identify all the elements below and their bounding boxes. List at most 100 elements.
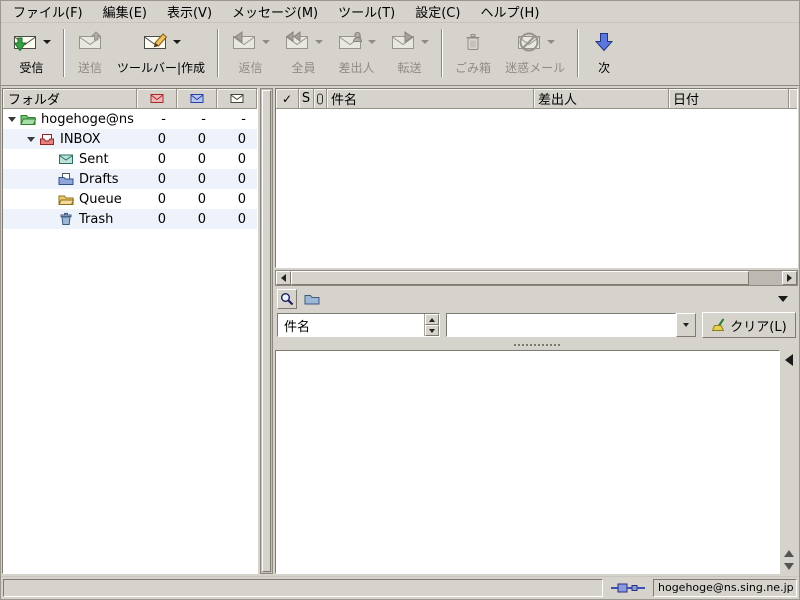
dropdown-arrow-icon[interactable] (43, 40, 51, 44)
toolbar-separator (63, 29, 65, 77)
toolbar-next-button[interactable]: 次 (584, 26, 624, 83)
toolbar-trash-label: ごみ箱 (455, 59, 491, 76)
dropdown-arrow-icon[interactable] (421, 40, 429, 44)
attachment-pane-toggle-icon[interactable] (785, 354, 793, 366)
expander-icon (46, 217, 54, 222)
toolbar-junk-button[interactable]: 迷惑メール (498, 26, 572, 83)
dropdown-arrow-icon[interactable] (173, 40, 181, 44)
toolbar-reply-all-button[interactable]: 全員 (277, 26, 330, 83)
expander-icon[interactable] (8, 117, 16, 122)
dropdown-arrow-icon[interactable] (547, 40, 555, 44)
scroll-left-button[interactable] (276, 271, 291, 285)
scrollbar-thumb[interactable] (291, 271, 749, 285)
right-pane: ✓ S 件名 差出人 日付 (275, 88, 798, 574)
dropdown-arrow-icon[interactable] (262, 40, 270, 44)
folder-total-count: 0 (217, 192, 257, 207)
pane-resize-grip[interactable] (275, 340, 798, 350)
next-arrow-icon (591, 31, 617, 53)
connection-icon (611, 582, 645, 594)
search-criteria-bar: 件名 (275, 310, 798, 340)
message-list-body[interactable] (276, 109, 797, 267)
search-input[interactable] (447, 314, 675, 336)
folder-name: Trash (79, 212, 137, 227)
scroll-right-button[interactable] (782, 271, 797, 285)
toolbar-receive-label: 受信 (19, 59, 43, 76)
menu-settings[interactable]: 設定(C) (405, 0, 470, 24)
menu-bar: ファイル(F) 編集(E) 表示(V) メッセージ(M) ツール(T) 設定(C… (1, 0, 799, 22)
scroll-down-icon[interactable] (784, 563, 794, 570)
toolbar-reply-sender-button[interactable]: 差出人 (330, 26, 383, 83)
message-view-side-controls (780, 350, 798, 574)
folder-row-drafts[interactable]: Drafts 0 0 0 (3, 169, 257, 189)
folder-pane-scrollbar[interactable] (260, 88, 273, 574)
forward-icon (390, 31, 416, 53)
search-button[interactable] (277, 289, 297, 309)
send-mail-icon (77, 31, 103, 53)
search-field-spinner (424, 314, 439, 336)
folder-total-count: 0 (217, 132, 257, 147)
toolbar-forward-button[interactable]: 転送 (383, 26, 436, 83)
folder-name: Queue (79, 192, 137, 207)
menu-message[interactable]: メッセージ(M) (222, 0, 328, 24)
collapse-search-arrow-icon[interactable] (778, 296, 788, 302)
folder-row-queue[interactable]: Queue 0 0 0 (3, 189, 257, 209)
toolbar-compose-button[interactable]: ツールバー|作成 (110, 26, 212, 83)
scroll-left-icon (281, 274, 286, 282)
junk-mail-icon (516, 31, 542, 53)
expander-icon[interactable] (27, 137, 35, 142)
menu-tools[interactable]: ツール(T) (328, 0, 405, 24)
status-account-field: hogehoge@ns.sing.ne.jp (653, 579, 797, 597)
clear-search-button[interactable]: クリア(L) (702, 312, 796, 338)
trash-icon (460, 31, 486, 53)
mark-column-icon: ✓ (282, 93, 292, 105)
spin-down-button[interactable] (425, 325, 439, 336)
search-folder-button[interactable] (302, 293, 322, 306)
attachment-column-icon (316, 93, 324, 105)
new-mail-column-icon (150, 93, 164, 104)
mark-column-header[interactable]: ✓ (276, 89, 299, 109)
toolbar-receive-button[interactable]: 受信 (5, 26, 58, 83)
attachment-column-header[interactable] (314, 89, 327, 109)
folder-row-sent[interactable]: Sent 0 0 0 (3, 149, 257, 169)
unread-mail-column-header[interactable] (177, 89, 217, 109)
subject-column-header[interactable]: 件名 (327, 89, 534, 109)
folder-unread-count: 0 (177, 212, 217, 227)
from-column-header[interactable]: 差出人 (534, 89, 669, 109)
toolbar: 受信 送信 ツールバー|作成 (1, 22, 799, 86)
new-mail-column-header[interactable] (137, 89, 177, 109)
message-view[interactable] (275, 350, 780, 574)
toolbar-separator (577, 29, 579, 77)
receive-mail-icon (12, 31, 38, 53)
toolbar-trash-button[interactable]: ごみ箱 (448, 26, 498, 83)
dropdown-arrow-icon[interactable] (368, 40, 376, 44)
toolbar-send-button[interactable]: 送信 (70, 26, 110, 83)
toolbar-reply-button[interactable]: 返信 (224, 26, 277, 83)
total-mail-column-header[interactable] (217, 89, 257, 109)
message-list-hscrollbar[interactable] (275, 270, 798, 286)
folder-total-count: 0 (217, 212, 257, 227)
connection-indicator[interactable] (608, 582, 648, 594)
folder-row-inbox[interactable]: INBOX 0 0 0 (3, 129, 257, 149)
sent-folder-icon (58, 152, 74, 166)
date-column-header[interactable]: 日付 (669, 89, 789, 109)
folder-column-header[interactable]: フォルダ (3, 89, 137, 109)
spin-up-button[interactable] (425, 314, 439, 325)
menu-view[interactable]: 表示(V) (157, 0, 222, 24)
scroll-up-icon[interactable] (784, 550, 794, 557)
toolbar-reply-label: 返信 (239, 59, 263, 76)
status-column-header[interactable]: S (299, 89, 314, 109)
menu-edit[interactable]: 編集(E) (93, 0, 157, 24)
trash-folder-icon (58, 212, 74, 226)
folder-row-trash[interactable]: Trash 0 0 0 (3, 209, 257, 229)
menu-help[interactable]: ヘルプ(H) (470, 0, 549, 24)
search-entry[interactable] (446, 313, 676, 337)
dropdown-arrow-icon[interactable] (315, 40, 323, 44)
search-history-dropdown-button[interactable] (676, 313, 696, 337)
scrollbar-thumb[interactable] (262, 90, 271, 572)
toolbar-reply-all-label: 全員 (292, 59, 316, 76)
message-list-header: ✓ S 件名 差出人 日付 (276, 89, 797, 109)
menu-file[interactable]: ファイル(F) (3, 0, 93, 24)
search-field-selector[interactable]: 件名 (277, 313, 440, 337)
scrollbar-trough[interactable] (749, 271, 782, 285)
folder-row-account[interactable]: hogehoge@ns - - - (3, 109, 257, 129)
